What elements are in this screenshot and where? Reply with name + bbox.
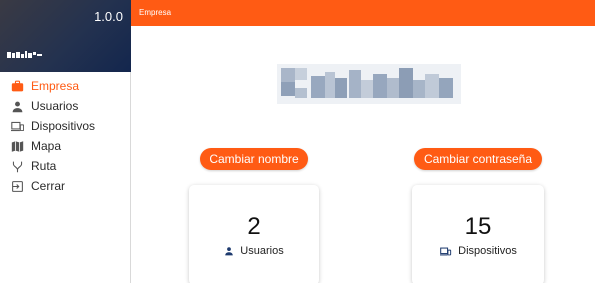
sidebar-item-label: Cerrar bbox=[31, 179, 66, 193]
devices-icon bbox=[10, 119, 24, 133]
sidebar-header: 1.0.0 bbox=[0, 0, 131, 72]
devices-stat-label: Dispositivos bbox=[412, 245, 544, 257]
devices-icon bbox=[439, 246, 452, 257]
sidebar-item-label: Ruta bbox=[31, 159, 57, 173]
sidebar-item-label: Dispositivos bbox=[31, 119, 96, 133]
person-icon bbox=[10, 99, 24, 113]
sidebar-item-dispositivos[interactable]: Dispositivos bbox=[0, 116, 131, 136]
sidebar-item-label: Empresa bbox=[31, 79, 80, 93]
sidebar-item-empresa[interactable]: Empresa bbox=[0, 76, 131, 96]
map-icon bbox=[10, 139, 24, 153]
devices-count: 15 bbox=[464, 213, 492, 240]
sidebar-item-usuarios[interactable]: Usuarios bbox=[0, 96, 131, 116]
sidebar-item-mapa[interactable]: Mapa bbox=[0, 136, 131, 156]
devices-stat-card[interactable]: 15 Dispositivos bbox=[412, 185, 544, 283]
sidebar-nav: Empresa Usuarios Dispositivos Mapa Ruta bbox=[0, 76, 131, 196]
users-stat-card[interactable]: 2 Usuarios bbox=[189, 185, 319, 283]
users-stat-text: Usuarios bbox=[240, 245, 284, 257]
sidebar-item-cerrar[interactable]: Cerrar bbox=[0, 176, 131, 196]
users-stat-label: Usuarios bbox=[189, 245, 319, 257]
sidebar-item-label: Usuarios bbox=[31, 99, 79, 113]
sidebar: 1.0.0 Empresa Usuarios Dispositivos Mapa… bbox=[0, 0, 131, 283]
top-app-bar: Empresa bbox=[131, 0, 595, 26]
person-icon bbox=[224, 246, 234, 256]
change-password-button[interactable]: Cambiar contraseña bbox=[414, 148, 542, 170]
rename-company-button[interactable]: Cambiar nombre bbox=[200, 148, 308, 170]
sidebar-item-label: Mapa bbox=[31, 139, 62, 153]
briefcase-icon bbox=[10, 79, 24, 93]
devices-stat-text: Dispositivos bbox=[458, 245, 517, 257]
sidebar-item-ruta[interactable]: Ruta bbox=[0, 156, 131, 176]
logout-icon bbox=[10, 179, 24, 193]
users-count: 2 bbox=[247, 213, 261, 240]
app-version: 1.0.0 bbox=[94, 9, 123, 24]
company-logo bbox=[277, 64, 461, 104]
brand-logo bbox=[7, 51, 42, 58]
page-title: Empresa bbox=[139, 8, 172, 17]
route-icon bbox=[10, 159, 24, 173]
